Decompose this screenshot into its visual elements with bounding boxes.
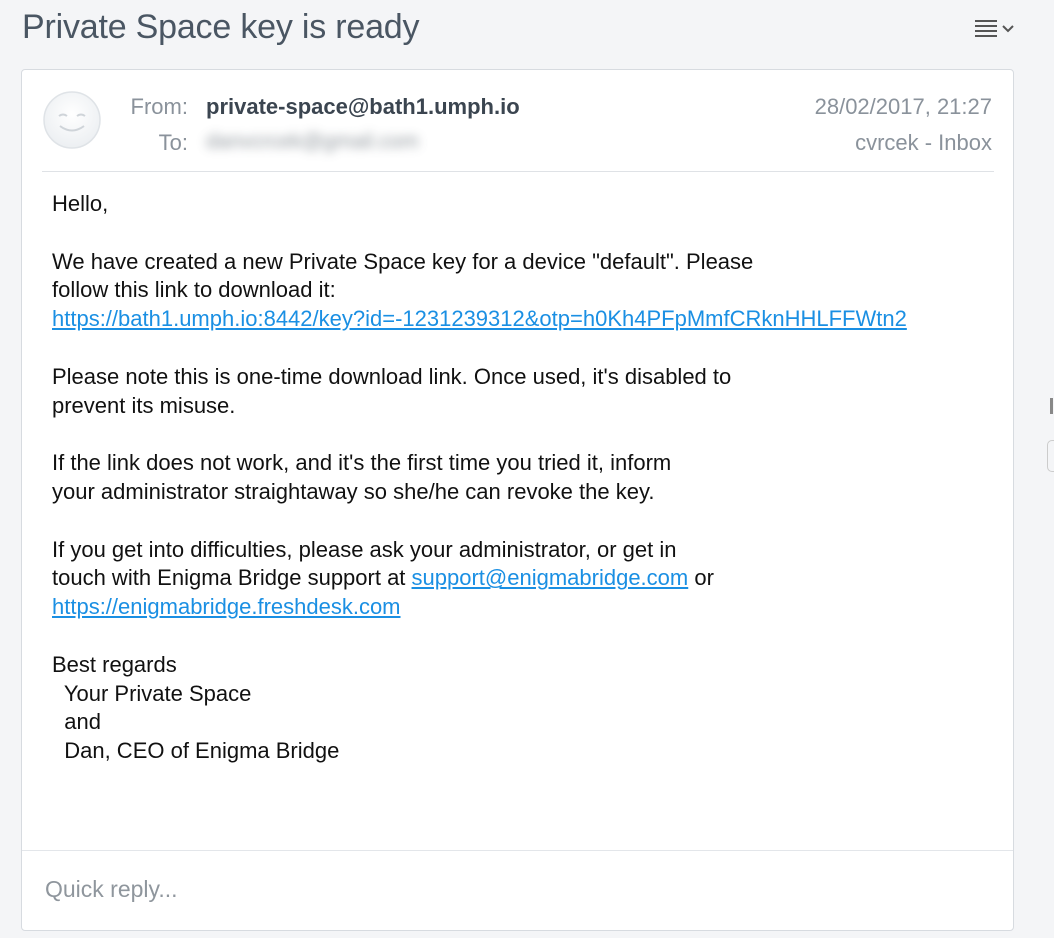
body-text: touch with Enigma Bridge support at — [52, 565, 412, 591]
paragraph-support: If you get into difficulties, please ask… — [52, 536, 997, 622]
message-body: Hello, We have created a new Private Spa… — [52, 190, 997, 795]
quick-reply-input[interactable] — [45, 876, 945, 903]
signature-line: and — [52, 709, 101, 735]
body-text: follow this link to download it: — [52, 277, 336, 303]
body-text: We have created a new Private Space key … — [52, 248, 754, 274]
email-subject: Private Space key is ready — [22, 8, 420, 46]
sender-address[interactable]: private-space@bath1.umph.io — [206, 94, 520, 120]
to-label: To: — [158, 130, 188, 155]
message-folder[interactable]: cvrcek - Inbox — [855, 130, 992, 156]
reply-divider — [22, 850, 1013, 851]
from-label: From: — [130, 94, 188, 119]
signature-line: Your Private Space — [52, 680, 252, 706]
paragraph-key-created: We have created a new Private Space key … — [52, 248, 997, 334]
chevron-down-icon — [1002, 25, 1014, 33]
edge-fragment — [1050, 398, 1053, 414]
paragraph-one-time: Please note this is one-time download li… — [52, 363, 997, 421]
body-text: or — [688, 565, 714, 591]
key-download-link[interactable]: https://bath1.umph.io:8442/key?id=-12312… — [52, 306, 907, 331]
greeting: Hello, — [52, 191, 109, 216]
body-text: prevent its misuse. — [52, 392, 236, 418]
body-text: your administrator straightaway so she/h… — [52, 478, 655, 504]
signature-line: Dan, CEO of Enigma Bridge — [52, 738, 340, 764]
header-divider — [42, 171, 994, 172]
body-text: If you get into difficulties, please ask… — [52, 536, 677, 562]
hamburger-menu-icon — [975, 20, 997, 37]
support-email-link[interactable]: support@enigmabridge.com — [412, 565, 689, 590]
edge-fragment — [1047, 440, 1054, 472]
freshdesk-link[interactable]: https://enigmabridge.freshdesk.com — [52, 594, 401, 619]
email-message-card: From: private-space@bath1.umph.io To: da… — [21, 69, 1014, 931]
recipient-address[interactable]: danvcrcek@gmail.com — [206, 130, 419, 154]
smiley-avatar-icon — [43, 91, 101, 149]
signature-line: Best regards — [52, 651, 177, 677]
body-text: Please note this is one-time download li… — [52, 363, 732, 389]
body-text: If the link does not work, and it's the … — [52, 450, 672, 476]
message-menu-button[interactable] — [974, 14, 1022, 44]
paragraph-link-fails: If the link does not work, and it's the … — [52, 449, 997, 507]
signature: Best regards Your Private Space and Dan,… — [52, 651, 997, 766]
message-date: 28/02/2017, 21:27 — [814, 94, 992, 119]
